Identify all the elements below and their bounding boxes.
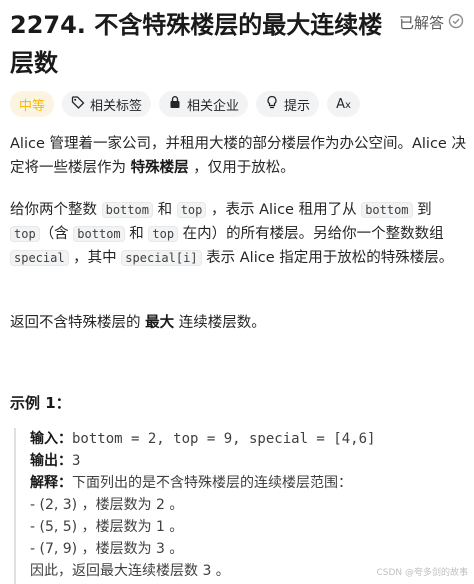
inline-code: special[i] <box>121 250 202 266</box>
tag-bar: 中等 相关标签 相关企业 提示 Ax <box>10 91 360 117</box>
text: 和 <box>124 226 149 242</box>
description-paragraph-1: Alice 管理着一家公司，并租用大楼的部分楼层作为办公空间。Alice 决定将… <box>10 132 466 180</box>
text: 和 <box>152 202 177 218</box>
translate-button[interactable]: Ax <box>327 91 360 117</box>
hint-button[interactable]: 提示 <box>256 91 320 117</box>
input-label: 输入： <box>30 431 72 447</box>
inline-code: top <box>176 202 207 218</box>
hint-label: 提示 <box>284 98 311 114</box>
lightbulb-icon <box>265 95 279 113</box>
output-value: 3 <box>72 453 81 469</box>
difficulty-badge: 中等 <box>10 91 55 117</box>
text: ，表示 Alice 租用了从 <box>206 202 362 218</box>
text: 在内）的所有楼层。另给你一个整数数组 <box>178 226 444 242</box>
text: 到 <box>412 202 432 218</box>
output-label: 输出： <box>30 453 72 469</box>
text: ，其中 <box>68 250 122 266</box>
inline-code: special <box>10 250 69 266</box>
inline-code: top <box>10 226 40 242</box>
check-circle-icon <box>448 13 464 33</box>
text: ，仅用于放松。 <box>188 160 295 176</box>
bold-text: 最大 <box>145 315 175 331</box>
example-title: 示例 1： <box>10 394 71 412</box>
example-range-line: - (2, 3) ，楼层数为 2 。 <box>30 497 184 513</box>
problem-title: 2274. 不含特殊楼层的最大连续楼层数 <box>10 11 383 77</box>
tag-icon <box>71 95 85 113</box>
problem-header: 2274. 不含特殊楼层的最大连续楼层数 已解答 <box>10 6 464 82</box>
text: 返回不含特殊楼层的 <box>10 315 146 331</box>
example-range-line: - (5, 5) ，楼层数为 1 。 <box>30 519 184 535</box>
bold-text: 特殊楼层 <box>130 160 189 176</box>
text: 给你两个整数 <box>10 202 102 218</box>
translate-icon: Ax <box>336 96 351 112</box>
watermark: CSDN @夸多剑的故事 <box>376 568 468 578</box>
related-companies-button[interactable]: 相关企业 <box>159 91 249 117</box>
related-tags-label: 相关标签 <box>90 98 143 114</box>
text: 连续楼层数。 <box>174 315 266 331</box>
inline-code: bottom <box>73 226 125 242</box>
difficulty-label: 中等 <box>19 98 46 114</box>
solved-label: 已解答 <box>398 14 444 32</box>
related-companies-label: 相关企业 <box>187 98 240 114</box>
text: （含 <box>39 226 74 242</box>
example-input: 输入：bottom = 2, top = 9, special = [4,6] <box>30 428 464 450</box>
inline-code: top <box>148 226 179 242</box>
problem-description: Alice 管理着一家公司，并租用大楼的部分楼层作为办公空间。Alice 决定将… <box>10 132 466 331</box>
text: 表示 Alice 指定用于放松的特殊楼层。 <box>201 250 454 266</box>
inline-code: bottom <box>101 202 153 218</box>
inline-code: bottom <box>361 202 413 218</box>
explanation-value: 下面列出的是不含特殊楼层的连续楼层范围： <box>72 475 352 491</box>
explanation-label: 解释： <box>30 475 72 491</box>
input-value: bottom = 2, top = 9, special = [4,6] <box>72 431 376 447</box>
example-block: 输入：bottom = 2, top = 9, special = [4,6] … <box>14 428 464 584</box>
example-output: 输出：3 <box>30 450 464 472</box>
description-paragraph-2: 给你两个整数 bottom 和 top ，表示 Alice 租用了从 botto… <box>10 198 466 270</box>
related-tags-button[interactable]: 相关标签 <box>62 91 152 117</box>
example-range-line: - (7, 9) ，楼层数为 3 。 <box>30 541 184 557</box>
solved-status[interactable]: 已解答 <box>399 12 464 33</box>
description-paragraph-3: 返回不含特殊楼层的 最大 连续楼层数。 <box>10 311 466 335</box>
lock-icon <box>168 95 182 113</box>
example-explanation: 解释：下面列出的是不含特殊楼层的连续楼层范围： <box>30 472 464 494</box>
